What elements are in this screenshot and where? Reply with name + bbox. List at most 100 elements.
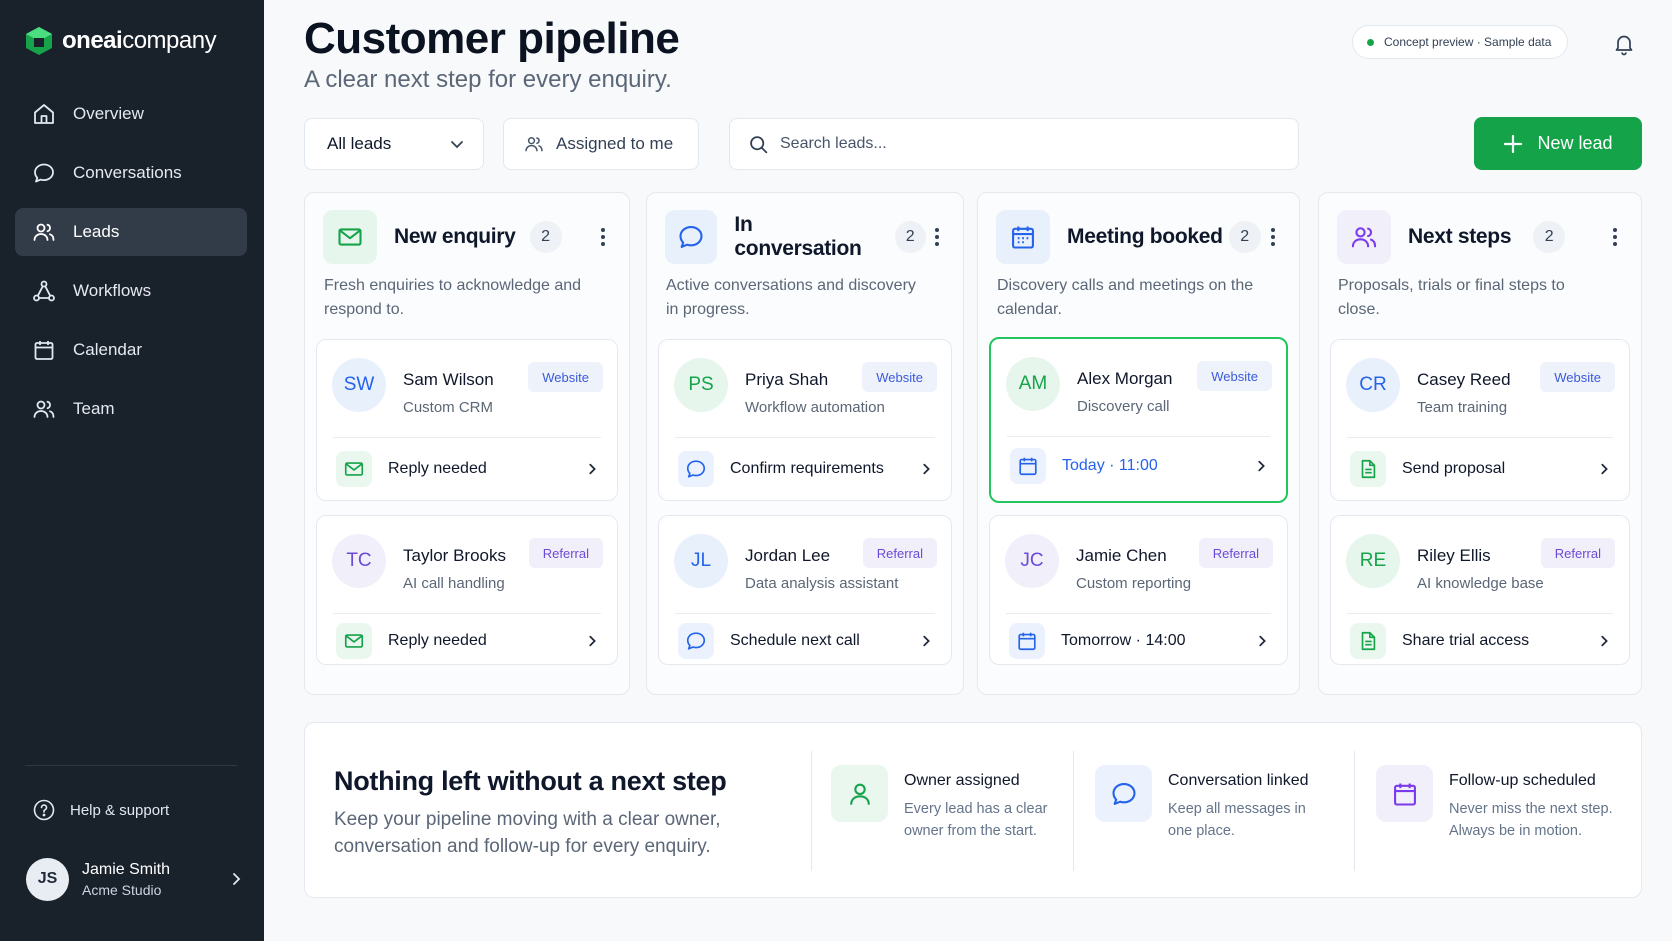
help-circle-icon [33,799,55,821]
page-title: Customer pipeline [304,14,680,63]
user-icon [831,765,888,822]
help-support-link[interactable]: Help & support [32,798,169,822]
lead-topic: Custom CRM [403,399,494,416]
chevron-right-icon [582,634,602,648]
column-title: Next steps [1408,225,1512,248]
feature-title: Owner assigned [904,772,1020,789]
avatar: PS [674,358,728,412]
lead-filter-value: All leads [327,134,392,153]
lead-card-priya-shah[interactable]: PS Priya Shah Workflow automation Websit… [658,339,952,501]
column-menu-button[interactable] [591,221,615,253]
lead-card-jordan-lee[interactable]: JL Jordan Lee Data analysis assistant Re… [658,515,952,665]
lead-card-riley-ellis[interactable]: RE Riley Ellis AI knowledge base Referra… [1330,515,1630,665]
chevron-right-icon [1594,462,1614,476]
assigned-to-me-button[interactable]: Assigned to me [503,118,699,170]
column-count-badge: 2 [529,221,562,253]
lead-card-alex-morgan[interactable]: AM Alex Morgan Discovery call Website To… [989,337,1288,503]
next-action-label: Tomorrow · 14:00 [1061,632,1186,649]
envelope-icon [336,623,372,659]
sidebar-item-workflows[interactable]: Workflows [15,267,247,315]
next-action-row[interactable]: Today · 11:00 [1010,441,1271,491]
card-divider [675,613,935,614]
sidebar-item-label: Team [73,399,115,418]
next-action-row[interactable]: Tomorrow · 14:00 [1009,616,1272,666]
column-menu-button[interactable] [1603,221,1627,253]
next-action-label: Confirm requirements [730,460,884,477]
sidebar-item-conversations[interactable]: Conversations [15,149,247,197]
sidebar-item-calendar[interactable]: Calendar [15,326,247,374]
column-description: Discovery calls and meetings on the cale… [997,277,1254,318]
column-count-badge: 2 [894,221,926,253]
sidebar-item-leads[interactable]: Leads [15,208,247,256]
feature-title: Conversation linked [1168,772,1309,789]
sidebar-item-team[interactable]: Team [15,385,247,433]
lead-name: Jamie Chen [1076,546,1167,565]
lead-topic: Custom reporting [1076,575,1192,592]
document-icon [1350,451,1386,487]
column-menu-button[interactable] [1261,221,1285,253]
feature-title: Follow-up scheduled [1449,772,1596,789]
next-action-row[interactable]: Schedule next call [678,616,936,666]
sidebar-nav: Overview Conversations Leads Workflows C… [15,90,247,444]
lead-card-casey-reed[interactable]: CR Casey Reed Team training Website Send… [1330,339,1630,501]
sidebar-item-label: Workflows [73,281,152,300]
lead-filter-select[interactable]: All leads [304,118,484,170]
lead-card-jamie-chen[interactable]: JC Jamie Chen Custom reporting Referral … [989,515,1288,665]
avatar: JC [1005,534,1059,588]
source-badge: Referral [1540,538,1615,568]
column-menu-button[interactable] [926,221,949,253]
next-action-row[interactable]: Confirm requirements [678,444,936,494]
column-description: Fresh enquiries to acknowledge and respo… [324,277,582,318]
brand-logo[interactable]: oneaicompany [25,26,217,56]
column-title: In conversation [734,213,862,260]
column-count-badge: 2 [1533,221,1566,253]
lead-card-taylor-brooks[interactable]: TC Taylor Brooks AI call handling Referr… [316,515,618,665]
notifications-button[interactable] [1612,32,1636,56]
source-badge: Website [1197,361,1272,391]
column-next-steps: Next steps 2 Proposals, trials or final … [1318,192,1642,695]
next-action-row[interactable]: Reply needed [336,444,602,494]
lead-name: Casey Reed [1417,370,1511,389]
avatar: TC [332,534,386,588]
card-divider [333,437,601,438]
avatar: SW [332,358,386,412]
feature-description: Every lead has a clear owner from the st… [904,801,1048,839]
feature-description: Never miss the next step. Always be in m… [1449,801,1613,839]
next-action-row[interactable]: Send proposal [1350,444,1614,494]
next-action-label: Schedule next call [730,632,860,649]
next-action-row[interactable]: Reply needed [336,616,602,666]
chevron-right-icon [1251,459,1271,473]
users-icon [1337,210,1391,264]
chat-bubble-icon [665,210,718,264]
feature-description: Keep all messages in one place. [1168,801,1306,839]
team-icon [31,396,57,422]
avatar: RE [1346,534,1400,588]
new-lead-button[interactable]: New lead [1474,117,1642,170]
lead-name: Taylor Brooks [403,546,506,565]
calendar-icon [1009,623,1045,659]
card-divider [333,613,601,614]
status-badge-label: Concept preview · Sample data [1384,35,1552,49]
chat-bubble-icon [31,160,57,186]
assigned-to-me-label: Assigned to me [556,134,674,153]
source-badge: Website [1540,362,1615,392]
avatar: JS [26,857,69,901]
column-meeting-booked: Meeting booked 2 Discovery calls and mee… [977,192,1300,695]
lead-name: Jordan Lee [745,546,831,565]
next-action-label: Share trial access [1402,632,1530,649]
sidebar-item-overview[interactable]: Overview [15,90,247,138]
user-profile[interactable]: JS Jamie Smith Acme Studio [26,856,244,902]
chat-bubble-icon [678,623,714,659]
sidebar: oneaicompany Overview Conversations Lead… [0,0,264,941]
avatar: AM [1006,357,1060,411]
brand-name: oneaicompany [62,27,217,54]
search-input[interactable] [780,135,1260,153]
kebab-icon [935,228,940,246]
avatar: JL [674,534,728,588]
source-badge: Referral [528,538,603,568]
lead-topic: Workflow automation [745,399,885,416]
next-action-row[interactable]: Share trial access [1350,616,1614,666]
lead-card-sam-wilson[interactable]: SW Sam Wilson Custom CRM Website Reply n… [316,339,618,501]
logo-mark-icon [26,27,52,55]
lead-topic: Team training [1417,399,1508,416]
